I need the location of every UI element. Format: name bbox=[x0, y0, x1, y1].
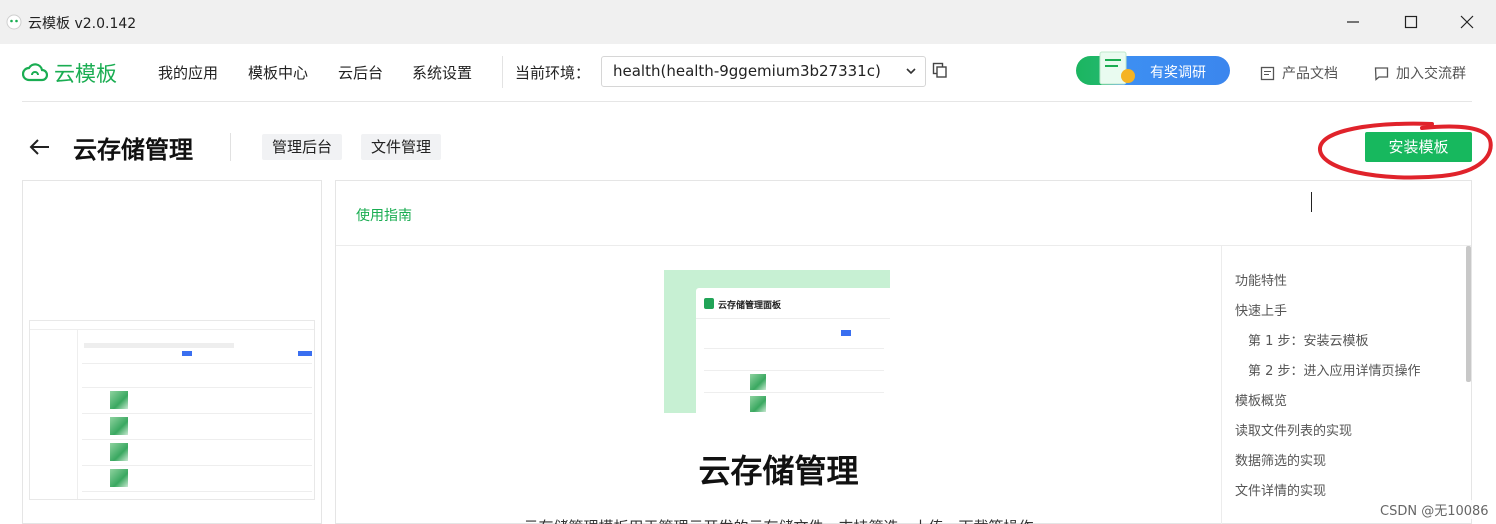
back-arrow-icon[interactable] bbox=[28, 135, 52, 159]
join-group-label: 加入交流群 bbox=[1396, 66, 1466, 82]
page-title: 云存储管理 bbox=[73, 136, 193, 164]
template-preview-panel bbox=[22, 180, 322, 524]
hero-image: 云存储管理面板 bbox=[664, 270, 890, 413]
maximize-icon bbox=[1404, 15, 1418, 29]
nav-divider bbox=[502, 56, 503, 88]
toc-item[interactable]: 数据筛选的实现 bbox=[1235, 450, 1326, 469]
env-label: 当前环境： bbox=[515, 64, 591, 82]
doc-content: 云存储管理面板 云存储管理 云存储管理模板用于管理云开发的云存储文件，支持筛选、… bbox=[336, 246, 1221, 524]
env-select-value: health(health-9ggemium3b27331c) bbox=[613, 62, 881, 80]
tab-usage-guide[interactable]: 使用指南 bbox=[356, 205, 412, 225]
document-icon bbox=[1260, 66, 1275, 80]
watermark: CSDN @无10086 bbox=[1376, 500, 1493, 519]
tag-file-management[interactable]: 文件管理 bbox=[361, 134, 442, 160]
chevron-down-icon bbox=[906, 68, 916, 75]
minimize-button[interactable] bbox=[1324, 0, 1382, 44]
nav-item-system-settings[interactable]: 系统设置 bbox=[412, 62, 472, 83]
nav-item-cloud-backend[interactable]: 云后台 bbox=[338, 62, 383, 83]
close-icon bbox=[1460, 15, 1474, 29]
logo-text: 云模板 bbox=[54, 62, 117, 86]
product-docs-link[interactable]: 产品文档 bbox=[1260, 63, 1338, 83]
nav-item-template-center[interactable]: 模板中心 bbox=[248, 62, 308, 83]
survey-document-icon bbox=[1099, 51, 1135, 85]
window-title: 云模板 v2.0.142 bbox=[28, 16, 137, 32]
scrollbar[interactable] bbox=[1466, 246, 1471, 382]
top-navbar: 云模板 我的应用 模板中心 云后台 系统设置 当前环境： health(heal… bbox=[0, 44, 1496, 102]
app-icon bbox=[6, 14, 22, 30]
survey-label: 有奖调研 bbox=[1150, 65, 1206, 81]
install-template-button[interactable]: 安装模板 bbox=[1365, 132, 1472, 162]
doc-tabs: 使用指南 bbox=[336, 181, 1471, 246]
tag-admin-backend[interactable]: 管理后台 bbox=[262, 134, 343, 160]
toc-item[interactable]: 快速上手 bbox=[1235, 300, 1287, 319]
toc-item[interactable]: 第 1 步：安装云模板 bbox=[1248, 330, 1369, 349]
table-of-contents: 功能特性 快速上手 第 1 步：安装云模板 第 2 步：进入应用详情页操作 模板… bbox=[1221, 246, 1471, 524]
join-group-link[interactable]: 加入交流群 bbox=[1374, 63, 1466, 83]
maximize-button[interactable] bbox=[1382, 0, 1440, 44]
copy-icon[interactable] bbox=[932, 62, 948, 78]
survey-button[interactable]: 有奖调研 bbox=[1076, 51, 1230, 85]
preview-screenshot[interactable] bbox=[29, 320, 315, 500]
product-docs-label: 产品文档 bbox=[1282, 66, 1338, 82]
nav-item-my-apps[interactable]: 我的应用 bbox=[158, 62, 218, 83]
usage-guide-panel: 使用指南 云存储管理面板 云存储管理 云存储管理模板用于管理云开发的云存储文件，… bbox=[335, 180, 1472, 524]
toc-item[interactable]: 读取文件列表的实现 bbox=[1235, 420, 1352, 439]
title-divider bbox=[230, 133, 231, 161]
doc-heading: 云存储管理 bbox=[698, 452, 859, 490]
close-button[interactable] bbox=[1438, 0, 1496, 44]
minimize-icon bbox=[1347, 21, 1359, 23]
toc-item[interactable]: 文件详情的实现 bbox=[1235, 480, 1326, 499]
hero-caption: 云存储管理面板 bbox=[718, 301, 782, 311]
navbar-divider bbox=[22, 101, 1472, 102]
doc-description: 云存储管理模板用于管理云开发的云存储文件，支持筛选、上传、下载等操作 bbox=[336, 516, 1221, 524]
window-titlebar: 云模板 v2.0.142 bbox=[0, 0, 1496, 44]
toc-item[interactable]: 第 2 步：进入应用详情页操作 bbox=[1248, 360, 1421, 379]
text-cursor bbox=[1311, 192, 1312, 212]
chat-icon bbox=[1374, 66, 1389, 81]
toc-item[interactable]: 模板概览 bbox=[1235, 390, 1287, 409]
toc-item[interactable]: 功能特性 bbox=[1235, 270, 1287, 289]
cloud-logo-icon bbox=[22, 63, 48, 82]
panel-logo-icon bbox=[704, 298, 714, 309]
env-select[interactable]: health(health-9ggemium3b27331c) bbox=[601, 56, 926, 87]
app-window: 云模板 v2.0.142 云模板 我的应用 模板中心 云后台 系统设置 当前环境… bbox=[0, 0, 1496, 524]
logo[interactable]: 云模板 bbox=[22, 58, 117, 88]
